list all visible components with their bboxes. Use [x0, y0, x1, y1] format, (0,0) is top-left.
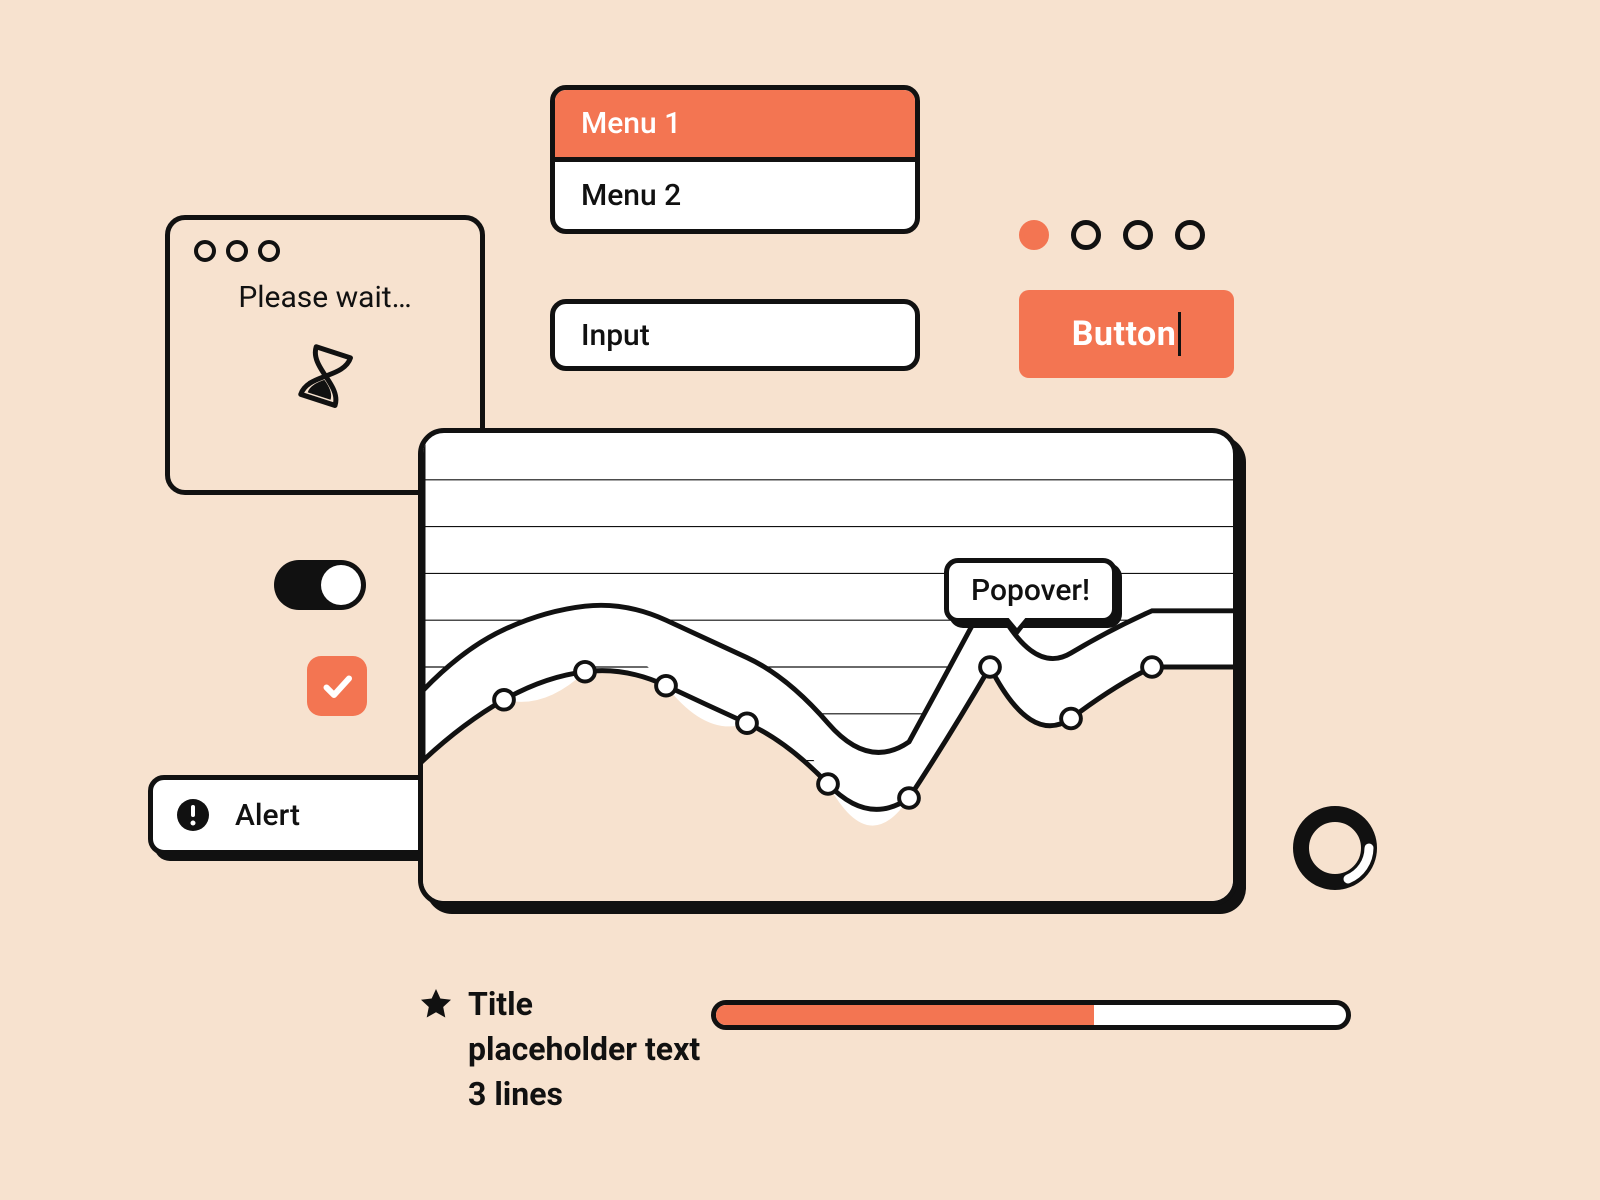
menu-item-1[interactable]: Menu 1 [555, 90, 915, 157]
title-line-1: Title [468, 982, 700, 1027]
star-icon [418, 986, 454, 1022]
menu-item-2[interactable]: Menu 2 [555, 157, 915, 229]
toggle-switch[interactable] [274, 560, 366, 610]
popover-text: Popover! [971, 573, 1090, 608]
window-traffic-lights [194, 240, 456, 262]
pager-dot-4[interactable] [1175, 220, 1205, 250]
pager-dot-1[interactable] [1019, 220, 1049, 250]
text-cursor-icon [1178, 312, 1181, 356]
line-chart [423, 433, 1233, 901]
hourglass-icon [295, 343, 355, 413]
title-line-2: placeholder text [468, 1027, 700, 1072]
menu: Menu 1 Menu 2 [550, 85, 920, 234]
check-icon [319, 668, 355, 704]
text-input[interactable]: Input [550, 299, 920, 371]
primary-button[interactable]: Button [1019, 290, 1234, 378]
button-label: Button [1072, 314, 1177, 354]
popover-anchor: Popover! [944, 558, 1117, 623]
pager-dot-3[interactable] [1123, 220, 1153, 250]
chart-card [418, 428, 1238, 906]
spinner-icon [1290, 803, 1380, 893]
toggle-knob [321, 565, 361, 605]
alert-text: Alert [235, 798, 411, 833]
progress-fill [716, 1005, 1094, 1025]
window-dot-1[interactable] [194, 240, 216, 262]
input-placeholder: Input [581, 318, 650, 353]
title-line-3: 3 lines [468, 1072, 700, 1117]
popover: Popover! [944, 558, 1117, 623]
pager-dot-2[interactable] [1071, 220, 1101, 250]
exclamation-icon [175, 797, 211, 833]
window-dot-2[interactable] [226, 240, 248, 262]
loading-text: Please wait… [194, 280, 456, 315]
progress-bar[interactable] [711, 1000, 1351, 1030]
title-block: Title placeholder text 3 lines [418, 982, 700, 1116]
window-dot-3[interactable] [258, 240, 280, 262]
pager [1019, 220, 1205, 250]
checkbox[interactable] [307, 656, 367, 716]
